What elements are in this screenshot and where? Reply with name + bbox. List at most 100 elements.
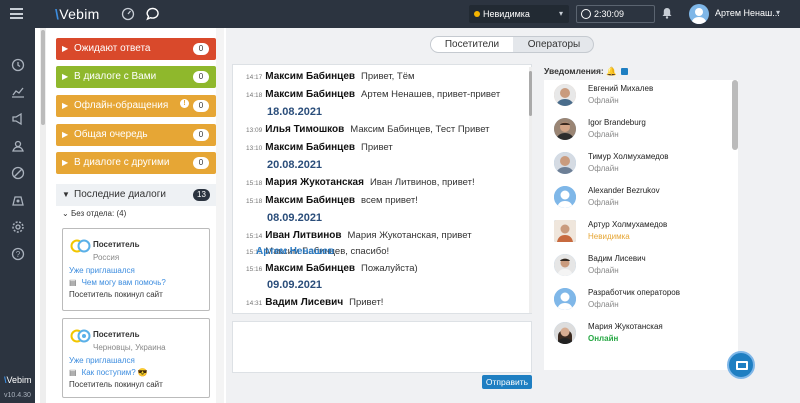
message-author[interactable]: Максим Бабинцев <box>265 195 355 206</box>
status-dot-icon <box>474 11 480 17</box>
chat-message: 15:18 Максим Бабинцев всем привет! <box>246 195 418 206</box>
chat-message: 14:18 Максим Бабинцев Артем Ненашев, приве… <box>246 89 500 100</box>
message-author[interactable]: Иван Литвинов <box>265 230 341 241</box>
operator-item[interactable]: Разработчик операторов Офлайн <box>554 286 724 316</box>
message-author[interactable]: Максим Бабинцев <box>265 263 355 274</box>
operator-status: Онлайн <box>588 334 619 343</box>
gear-icon[interactable] <box>10 220 25 235</box>
users-icon[interactable] <box>10 139 25 154</box>
queue-label: Офлайн-обращения <box>74 100 169 111</box>
help-icon[interactable]: ? <box>10 247 25 262</box>
chat-message: 15:18 Мария Жукотанская Иван Литвинов, при… <box>246 177 475 188</box>
queue-with-others[interactable]: ▶ В диалоге с другими 0 <box>56 152 216 174</box>
queue-general[interactable]: ▶ Общая очередь 0 <box>56 124 216 146</box>
queue-count: 0 <box>193 100 209 112</box>
menu-icon[interactable] <box>10 8 23 19</box>
info-icon[interactable]: ! <box>180 99 189 108</box>
notifications-label: Уведомления: <box>544 66 604 76</box>
visitor-status: Посетитель покинул сайт <box>69 290 163 299</box>
message-time: 14:17 <box>246 74 263 81</box>
operator-list: Евгений Михалев Офлайн Igor Brandeburg О… <box>544 80 738 370</box>
clock-icon <box>581 9 591 19</box>
department-group[interactable]: ⌄ Без отдела: (4) <box>62 209 126 218</box>
notifications-checkbox[interactable] <box>621 68 629 75</box>
chevron-down-icon[interactable]: ▾ <box>776 8 780 17</box>
recent-dialogs[interactable]: ▼ Последние диалоги 13 <box>56 184 216 206</box>
chat-message: 13:10 Максим Бабинцев Привет <box>246 142 393 153</box>
message-time: 15:16 <box>246 266 263 273</box>
operator-status: Офлайн <box>588 130 619 139</box>
megaphone-icon[interactable] <box>10 112 25 127</box>
speedometer-icon[interactable] <box>121 7 135 21</box>
operator-item[interactable]: Мария Жукотанская Онлайн <box>554 320 724 350</box>
user-avatar[interactable] <box>689 4 709 24</box>
block-icon[interactable] <box>10 166 25 181</box>
chat-bubble-icon[interactable] <box>146 7 160 21</box>
operators-scrollbar[interactable] <box>732 80 738 150</box>
operator-item[interactable]: Igor Brandeburg Офлайн <box>554 116 724 146</box>
queue-with-you[interactable]: ▶ В диалоге с Вами 0 <box>56 66 216 88</box>
session-timer: 2:30:09 <box>576 5 655 23</box>
panel-scrollbar[interactable] <box>40 28 46 403</box>
app-logo: \Vebim <box>55 6 100 22</box>
operator-avatar <box>554 288 576 310</box>
department-count: (4) <box>116 209 127 218</box>
tab-visitors[interactable]: Посетители <box>431 37 513 52</box>
message-author[interactable]: Илья Тимошков <box>265 124 344 135</box>
operator-item[interactable]: Alexander Bezrukov Офлайн <box>554 184 724 214</box>
queue-label: В диалоге с другими <box>74 157 170 168</box>
user-name[interactable]: Артем Ненаш... <box>715 8 780 18</box>
queue-awaiting[interactable]: ▶ Ожидают ответа 0 <box>56 38 216 60</box>
operator-avatar <box>554 118 576 140</box>
operator-status: Офлайн <box>588 96 619 105</box>
chat-widget-button[interactable] <box>727 351 755 379</box>
bell-icon[interactable] <box>660 7 674 21</box>
visitor-card[interactable]: Посетитель Россия Уже приглашался ▤ Чем м… <box>62 228 210 311</box>
message-author[interactable]: Вадим Лисевич <box>265 297 343 308</box>
message-text: Мария Жукотанская, привет <box>347 230 472 241</box>
chat-message: 15:14 Иван Литвинов Мария Жукотанская, при… <box>246 230 472 241</box>
queue-label: Ожидают ответа <box>74 43 151 54</box>
operator-status: Офлайн <box>588 266 619 275</box>
message-time: 15:18 <box>246 198 263 205</box>
left-rail: ? \Vebim v10.4.30 <box>0 28 35 403</box>
message-time: 15:18 <box>246 180 263 187</box>
tab-operators[interactable]: Операторы <box>513 37 593 52</box>
message-time: 15:14 <box>246 233 263 240</box>
operator-item[interactable]: Вадим Лисевич Офлайн <box>554 252 724 282</box>
svg-text:?: ? <box>15 250 20 259</box>
money-icon[interactable] <box>10 193 25 208</box>
main-area: Посетители Операторы 14:17 Максим Бабинце… <box>226 28 800 403</box>
operator-item[interactable]: Артур Холмухамедов Невидимка <box>554 218 724 248</box>
message-author[interactable]: Максим Бабинцев <box>265 71 355 82</box>
history-icon[interactable] <box>10 58 25 73</box>
message-author[interactable]: Максим Бабинцев <box>265 89 355 100</box>
chat-message: 15:15 Артем Ненашев Максим Бабинцев, спаси… <box>246 246 389 257</box>
message-author[interactable]: Максим Бабинцев <box>265 142 355 153</box>
chart-icon[interactable] <box>10 85 25 100</box>
message-input[interactable] <box>232 321 532 373</box>
operator-avatar <box>554 220 576 242</box>
message-text: Пожалуйста) <box>361 263 418 274</box>
message-time: 14:18 <box>246 92 263 99</box>
message-author[interactable]: Мария Жукотанская <box>265 177 364 188</box>
operator-item[interactable]: Тимур Холмухамедов Офлайн <box>554 150 724 180</box>
operator-status: Офлайн <box>588 300 619 309</box>
queue-offline[interactable]: ▶ Офлайн-обращения ! 0 <box>56 95 216 117</box>
chevron-right-icon: ▶ <box>62 158 69 167</box>
operator-name: Igor Brandeburg <box>588 118 646 127</box>
chevron-right-icon: ▶ <box>62 72 69 81</box>
queue-count: 0 <box>193 43 209 55</box>
message-time: 13:09 <box>246 127 263 134</box>
operator-item[interactable]: Евгений Михалев Офлайн <box>554 82 724 112</box>
visitor-status: Посетитель покинул сайт <box>69 380 163 389</box>
operator-name: Евгений Михалев <box>588 84 654 93</box>
visitor-card[interactable]: Посетитель Черновцы, Украина Уже приглаш… <box>62 318 210 398</box>
message-time: 14:31 <box>246 300 263 307</box>
queue-scrollbar[interactable] <box>216 28 224 403</box>
status-dropdown[interactable]: Невидимка ▾ <box>469 5 569 23</box>
visitor-avatar-icon <box>70 328 92 344</box>
send-button[interactable]: Отправить <box>482 375 532 389</box>
queue-count: 0 <box>193 71 209 83</box>
chat-scrollbar[interactable] <box>529 67 532 313</box>
